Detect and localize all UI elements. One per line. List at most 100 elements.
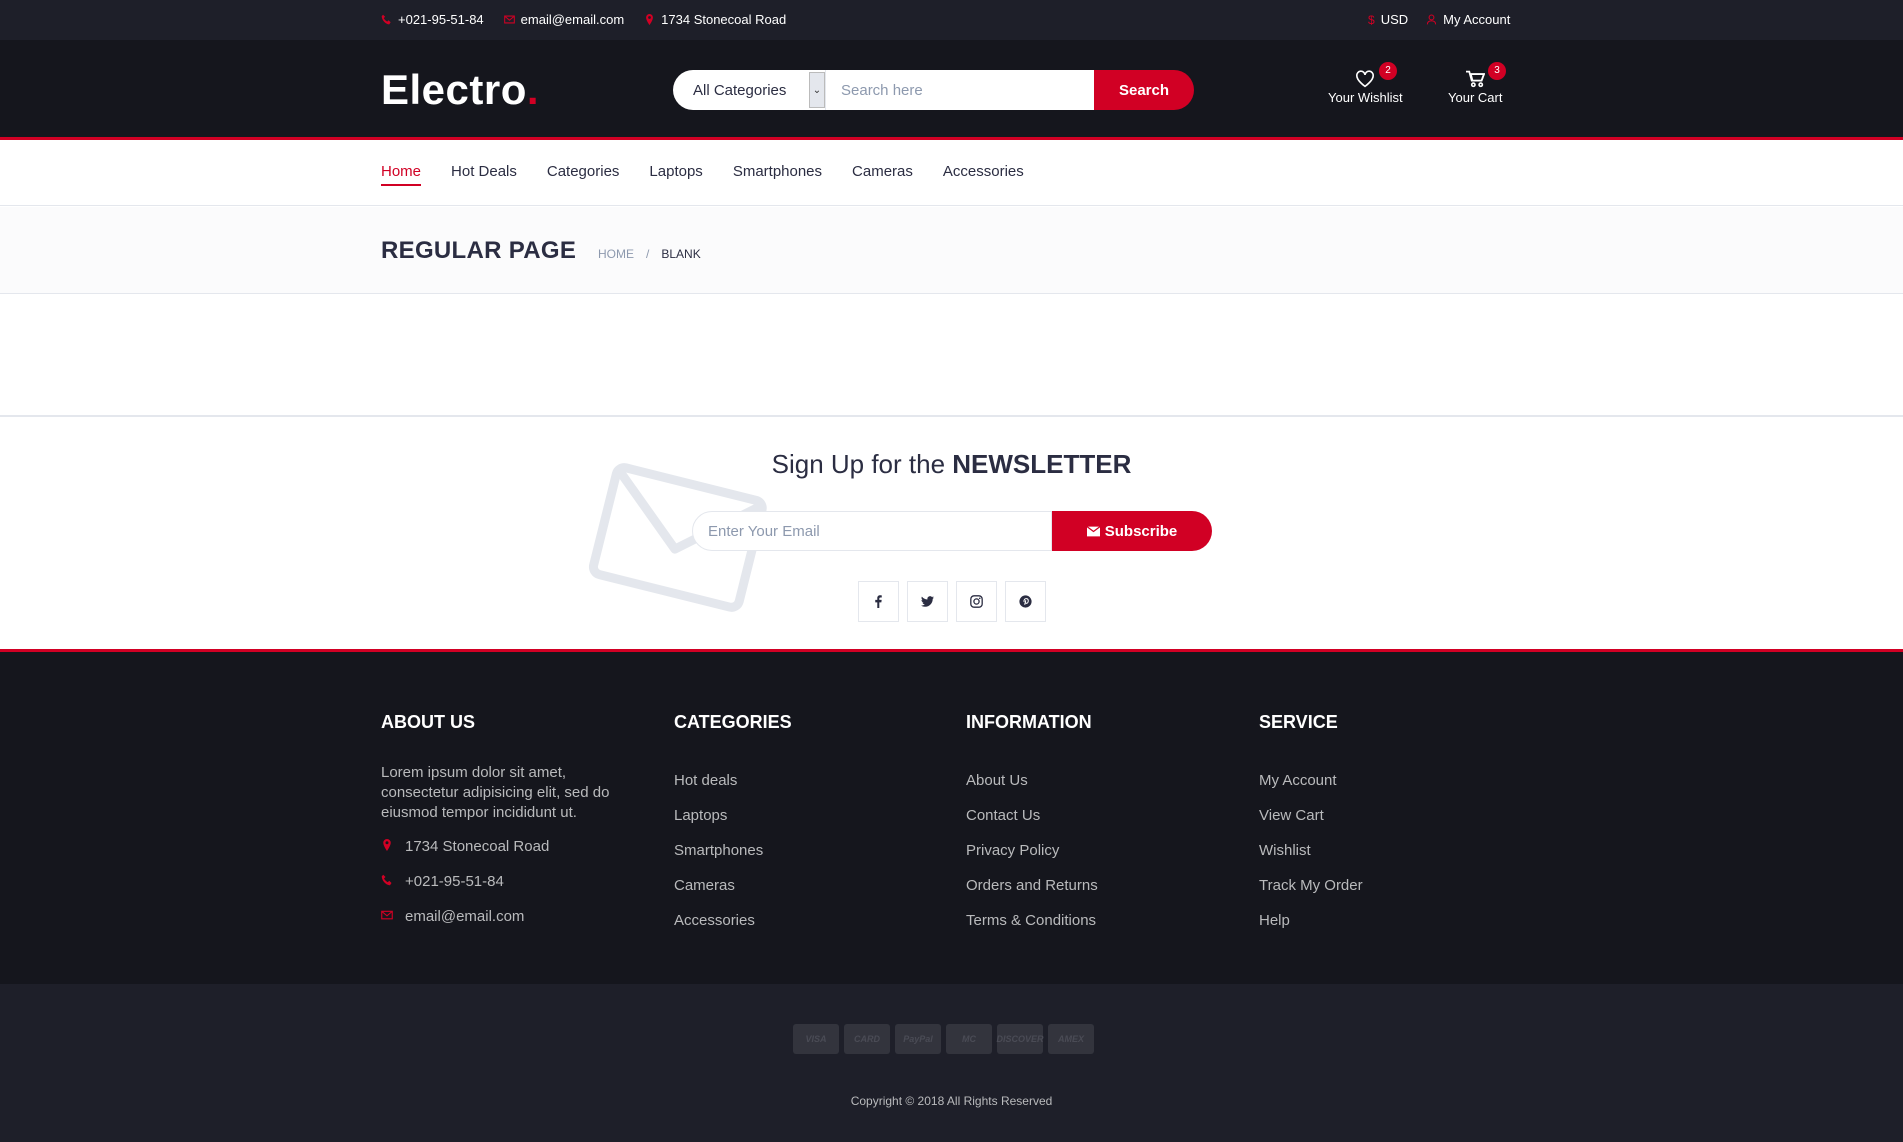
footer-email[interactable]: email@email.com — [381, 899, 641, 934]
top-phone[interactable]: +021-95-51-84 — [381, 12, 484, 27]
footer-categories-title: Categories — [674, 712, 792, 732]
paypal-icon: PayPal — [895, 1024, 941, 1054]
envelope-icon — [503, 15, 515, 24]
logo-text: Electro — [381, 66, 527, 113]
footer-service: Service My Account View Cart Wishlist Tr… — [1259, 712, 1519, 938]
top-address[interactable]: 1734 Stonecoal Road — [644, 12, 786, 27]
footer-link[interactable]: View Cart — [1259, 798, 1519, 833]
footer-service-title: Service — [1259, 712, 1338, 732]
footer-address-text: 1734 Stonecoal Road — [405, 838, 550, 855]
footer-about-title: About Us — [381, 712, 475, 732]
footer-link[interactable]: Help — [1259, 903, 1519, 938]
category-select-value: All Categories — [693, 81, 787, 99]
cart-link[interactable]: Your Cart 3 — [1448, 62, 1506, 105]
shopping-cart-icon — [1466, 70, 1486, 88]
breadcrumb-home[interactable]: HOME — [598, 247, 634, 261]
site-logo[interactable]: Electro. — [381, 66, 539, 114]
top-phone-text: +021-95-51-84 — [398, 12, 484, 27]
map-marker-icon — [381, 838, 393, 855]
top-bar: +021-95-51-84 email@email.com 1734 Stone… — [0, 0, 1903, 40]
top-email-text: email@email.com — [520, 12, 625, 27]
discover-icon: DISCOVER — [997, 1024, 1044, 1054]
wishlist-link[interactable]: Your Wishlist 2 — [1328, 62, 1403, 105]
search-button[interactable]: Search — [1094, 70, 1194, 110]
footer-link[interactable]: My Account — [1259, 763, 1519, 798]
footer-link[interactable]: Orders and Returns — [966, 868, 1226, 903]
footer-link[interactable]: Track My Order — [1259, 868, 1519, 903]
breadcrumb: HOME / BLANK — [598, 247, 701, 261]
account-link[interactable]: My Account — [1426, 12, 1510, 27]
nav-item-accessories[interactable]: Accessories — [943, 163, 1024, 186]
twitter-icon — [921, 596, 934, 607]
footer-link[interactable]: Laptops — [674, 798, 934, 833]
twitter-link[interactable] — [907, 581, 948, 622]
chevron-down-icon: ⌄ — [809, 72, 825, 108]
top-contacts: +021-95-51-84 email@email.com 1734 Stone… — [381, 12, 786, 27]
account-text: My Account — [1443, 12, 1511, 27]
footer-link[interactable]: Privacy Policy — [966, 833, 1226, 868]
instagram-link[interactable] — [956, 581, 997, 622]
footer-link[interactable]: Cameras — [674, 868, 934, 903]
nav-item-cameras[interactable]: Cameras — [852, 163, 913, 186]
nav-item-laptops[interactable]: Laptops — [649, 163, 702, 186]
envelope-icon — [1086, 525, 1100, 536]
amex-icon: AMEX — [1048, 1024, 1094, 1054]
breadcrumb-current: BLANK — [661, 247, 701, 261]
footer-about: About Us Lorem ipsum dolor sit amet, con… — [381, 712, 641, 934]
main-navigation: Home Hot Deals Categories Laptops Smartp… — [0, 143, 1903, 206]
pinterest-link[interactable] — [1005, 581, 1046, 622]
nav-item-home[interactable]: Home — [381, 163, 422, 186]
payment-methods: VISA CARD PayPal MC DISCOVER AMEX — [793, 1024, 1094, 1054]
footer-link[interactable]: Accessories — [674, 903, 934, 938]
page-title: REGULAR PAGE — [381, 237, 577, 264]
subscribe-button-label: Subscribe — [1104, 522, 1178, 540]
top-address-text: 1734 Stonecoal Road — [661, 12, 787, 27]
footer-link[interactable]: About Us — [966, 763, 1226, 798]
nav-item-smartphones[interactable]: Smartphones — [733, 163, 822, 186]
credit-card-icon: CARD — [844, 1024, 890, 1054]
cart-label: Your Cart — [1448, 90, 1503, 105]
newsletter-title-bold: NEWSLETTER — [952, 449, 1132, 479]
footer-link[interactable]: Contact Us — [966, 798, 1226, 833]
footer-link[interactable]: Terms & Conditions — [966, 903, 1226, 938]
footer-information: Information About Us Contact Us Privacy … — [966, 712, 1226, 938]
footer-categories: Categories Hot deals Laptops Smartphones… — [674, 712, 934, 938]
currency-text: USD — [1380, 12, 1409, 27]
breadcrumb-section: REGULAR PAGE HOME / BLANK — [0, 207, 1903, 294]
currency-link[interactable]: $ USD — [1368, 12, 1408, 27]
top-email[interactable]: email@email.com — [503, 12, 625, 27]
footer-link[interactable]: Hot deals — [674, 763, 934, 798]
mastercard-icon: MC — [946, 1024, 992, 1054]
footer-link[interactable]: Wishlist — [1259, 833, 1519, 868]
footer-email-text: email@email.com — [405, 908, 525, 925]
copyright: Copyright © 2018 All Rights Reserved — [850, 1094, 1053, 1108]
pinterest-icon — [1019, 595, 1032, 608]
footer-phone[interactable]: +021-95-51-84 — [381, 864, 641, 899]
subscribe-button[interactable]: Subscribe — [1052, 511, 1212, 551]
nav-item-categories[interactable]: Categories — [547, 163, 620, 186]
newsletter-section: Sign Up for the NEWSLETTER Enter Your Em… — [0, 415, 1903, 652]
breadcrumb-separator: / — [646, 247, 650, 261]
facebook-link[interactable] — [858, 581, 899, 622]
wishlist-count-badge: 2 — [1379, 62, 1397, 80]
footer-about-text: Lorem ipsum dolor sit amet, consectetur … — [381, 764, 610, 821]
footer-address[interactable]: 1734 Stonecoal Road — [381, 829, 641, 864]
footer-link[interactable]: Smartphones — [674, 833, 934, 868]
newsletter-title: Sign Up for the NEWSLETTER — [0, 449, 1903, 480]
newsletter-email-input[interactable]: Enter Your Email — [692, 511, 1052, 551]
main-header: Electro. All Categories ⌄ Search here Se… — [0, 40, 1903, 140]
category-select[interactable]: All Categories ⌄ — [673, 70, 826, 110]
map-marker-icon — [646, 14, 654, 25]
wishlist-label: Your Wishlist — [1328, 90, 1403, 105]
search-form: All Categories ⌄ Search here Search — [673, 70, 1221, 110]
search-input[interactable]: Search here — [826, 70, 1094, 110]
newsletter-title-prefix: Sign Up for the — [771, 449, 953, 479]
logo-dot: . — [526, 66, 540, 113]
social-links — [858, 581, 1046, 622]
nav-item-hot-deals[interactable]: Hot Deals — [451, 163, 517, 186]
top-account-links: $ USD My Account — [1368, 12, 1510, 27]
facebook-icon — [875, 595, 882, 608]
nav-list: Home Hot Deals Categories Laptops Smartp… — [381, 163, 1024, 186]
phone-icon — [381, 873, 393, 890]
envelope-icon — [381, 908, 393, 925]
